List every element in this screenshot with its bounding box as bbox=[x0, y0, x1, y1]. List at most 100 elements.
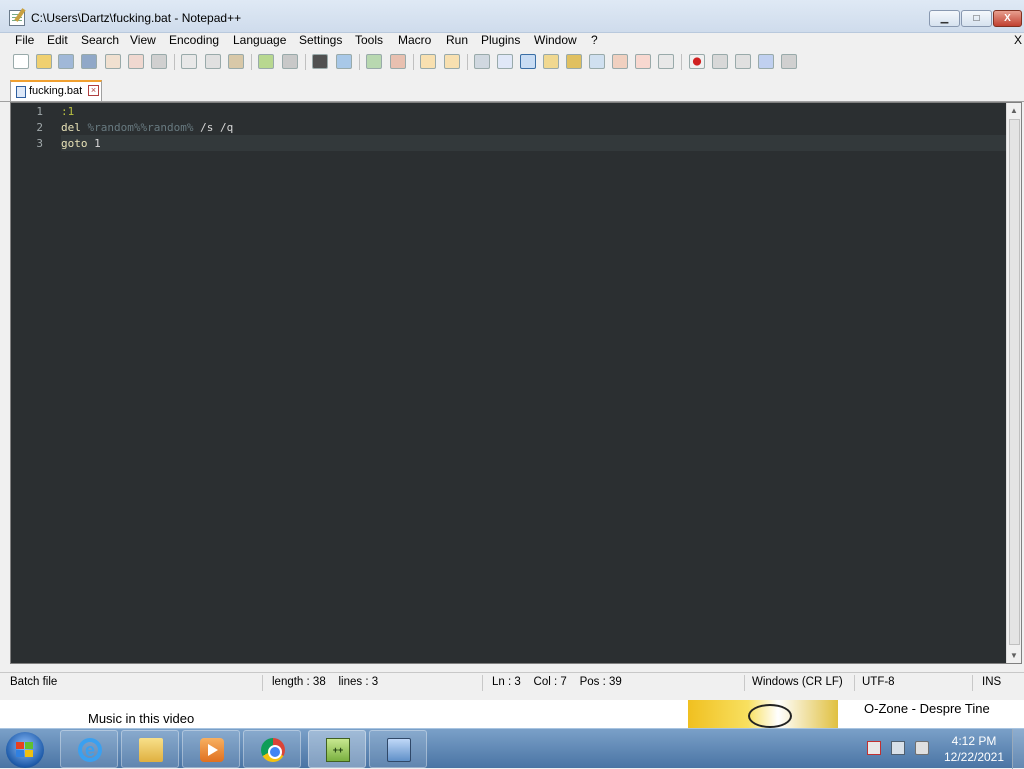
menu-plugins[interactable]: Plugins bbox=[481, 33, 520, 47]
show-all-characters-icon[interactable] bbox=[497, 54, 513, 69]
indent-guide-icon[interactable] bbox=[520, 54, 536, 69]
command-keyword: goto bbox=[61, 137, 88, 150]
tab-close-button[interactable]: × bbox=[88, 85, 99, 96]
taskbar-media-player[interactable] bbox=[182, 730, 240, 768]
variable-text: %random%%random% bbox=[87, 121, 194, 134]
replace-icon[interactable] bbox=[336, 54, 352, 69]
taskbar-file-explorer[interactable] bbox=[121, 730, 179, 768]
status-separator bbox=[262, 675, 263, 691]
cut-icon[interactable] bbox=[181, 54, 197, 69]
menu-edit[interactable]: Edit bbox=[47, 33, 68, 47]
clock-date[interactable]: 12/22/2021 bbox=[938, 750, 1010, 764]
length-status: length : 38 lines : 3 bbox=[272, 676, 379, 688]
maximize-button[interactable]: □ bbox=[961, 10, 992, 27]
window-title: C:\Users\Dartz\fucking.bat - Notepad++ bbox=[31, 11, 242, 25]
sync-horizontal-icon[interactable] bbox=[444, 54, 460, 69]
toolbar-separator bbox=[681, 54, 682, 70]
close-document-button[interactable]: X bbox=[1014, 33, 1022, 47]
chrome-icon bbox=[261, 738, 285, 762]
undo-icon[interactable] bbox=[258, 54, 274, 69]
encoding-status: UTF-8 bbox=[862, 676, 895, 688]
menu-tools[interactable]: Tools bbox=[355, 33, 383, 47]
redo-icon[interactable] bbox=[282, 54, 298, 69]
doc-map-icon[interactable] bbox=[566, 54, 582, 69]
notepad-plus-plus-icon: ++ bbox=[326, 738, 350, 762]
system-tray bbox=[864, 741, 934, 757]
taskbar-notepad-plus-plus[interactable]: ++ bbox=[308, 730, 366, 768]
close-icon[interactable] bbox=[105, 54, 121, 69]
save-icon[interactable] bbox=[58, 54, 74, 69]
save-all-icon[interactable] bbox=[81, 54, 97, 69]
zoom-out-icon[interactable] bbox=[390, 54, 406, 69]
taskbar-remote-desktop[interactable] bbox=[369, 730, 427, 768]
user-defined-language-icon[interactable] bbox=[543, 54, 559, 69]
code-line-3[interactable]: goto 1 bbox=[61, 137, 1006, 150]
scroll-down-icon[interactable]: ▼ bbox=[1010, 651, 1018, 660]
menu-view[interactable]: View bbox=[130, 33, 156, 47]
clock-time[interactable]: 4:12 PM bbox=[938, 734, 1010, 748]
menu-encoding[interactable]: Encoding bbox=[169, 33, 219, 47]
minimize-button[interactable]: ▁ bbox=[929, 10, 960, 27]
menu-language[interactable]: Language bbox=[233, 33, 286, 47]
menu-macro[interactable]: Macro bbox=[398, 33, 431, 47]
scroll-up-icon[interactable]: ▲ bbox=[1010, 106, 1018, 115]
menu-run[interactable]: Run bbox=[446, 33, 468, 47]
word-wrap-icon[interactable] bbox=[474, 54, 490, 69]
menu-help[interactable]: ? bbox=[591, 33, 598, 47]
new-file-icon[interactable] bbox=[13, 54, 29, 69]
status-separator bbox=[744, 675, 745, 691]
start-button[interactable] bbox=[6, 732, 44, 768]
song-title[interactable]: O-Zone - Despre Tine bbox=[864, 701, 1014, 730]
run-macro-multiple-icon[interactable] bbox=[758, 54, 774, 69]
folder-as-workspace-icon[interactable] bbox=[612, 54, 628, 69]
network-icon[interactable] bbox=[891, 741, 905, 755]
menu-search[interactable]: Search bbox=[81, 33, 119, 47]
volume-icon[interactable] bbox=[915, 741, 929, 755]
action-center-icon[interactable] bbox=[867, 741, 881, 755]
find-icon[interactable] bbox=[312, 54, 328, 69]
toolbar-separator bbox=[251, 54, 252, 70]
taskbar-internet-explorer[interactable]: e bbox=[60, 730, 118, 768]
eye-icon[interactable] bbox=[658, 54, 674, 69]
vertical-scrollbar[interactable]: ▲ ▼ bbox=[1006, 103, 1021, 663]
music-overlay: Music in this video O-Zone - Despre Tine bbox=[0, 700, 1024, 730]
eol-status: Windows (CR LF) bbox=[752, 676, 843, 688]
status-bar: Batch file length : 38 lines : 3 Ln : 3 … bbox=[0, 672, 1024, 692]
tab-fucking-bat[interactable]: fucking.bat × bbox=[10, 80, 102, 101]
save-macro-icon[interactable] bbox=[781, 54, 797, 69]
zoom-in-icon[interactable] bbox=[366, 54, 382, 69]
scrollbar-thumb[interactable] bbox=[1009, 119, 1020, 645]
start-recording-icon[interactable] bbox=[689, 54, 705, 69]
copy-icon[interactable] bbox=[205, 54, 221, 69]
monitoring-icon[interactable] bbox=[635, 54, 651, 69]
paste-icon[interactable] bbox=[228, 54, 244, 69]
code-text: 1 bbox=[87, 137, 101, 150]
close-button[interactable]: X bbox=[993, 10, 1022, 27]
code-line-1[interactable]: :1 bbox=[61, 105, 1006, 118]
batch-label: :1 bbox=[61, 105, 75, 118]
code-editor[interactable]: 1 2 3 :1 del %random%%random% /s /q goto… bbox=[10, 102, 1022, 664]
toolbar-separator bbox=[467, 54, 468, 70]
menu-settings[interactable]: Settings bbox=[299, 33, 342, 47]
print-icon[interactable] bbox=[151, 54, 167, 69]
menu-bar: File Edit Search View Encoding Language … bbox=[0, 33, 1024, 51]
toolbar-separator bbox=[174, 54, 175, 70]
show-desktop-button[interactable] bbox=[1012, 729, 1024, 769]
close-all-icon[interactable] bbox=[128, 54, 144, 69]
menu-window[interactable]: Window bbox=[534, 33, 577, 47]
code-line-2[interactable]: del %random%%random% /s /q bbox=[61, 121, 1006, 134]
music-label: Music in this video bbox=[88, 711, 195, 726]
file-explorer-icon bbox=[139, 738, 163, 762]
sync-vertical-icon[interactable] bbox=[420, 54, 436, 69]
stop-recording-icon[interactable] bbox=[712, 54, 728, 69]
function-list-icon[interactable] bbox=[589, 54, 605, 69]
open-file-icon[interactable] bbox=[36, 54, 52, 69]
menu-file[interactable]: File bbox=[15, 33, 34, 47]
internet-explorer-icon: e bbox=[78, 738, 102, 762]
file-icon bbox=[16, 86, 26, 98]
album-thumbnail[interactable] bbox=[688, 700, 838, 730]
taskbar-chrome[interactable] bbox=[243, 730, 301, 768]
position-status: Ln : 3 Col : 7 Pos : 39 bbox=[492, 676, 622, 688]
media-player-icon bbox=[200, 738, 224, 762]
playback-icon[interactable] bbox=[735, 54, 751, 69]
